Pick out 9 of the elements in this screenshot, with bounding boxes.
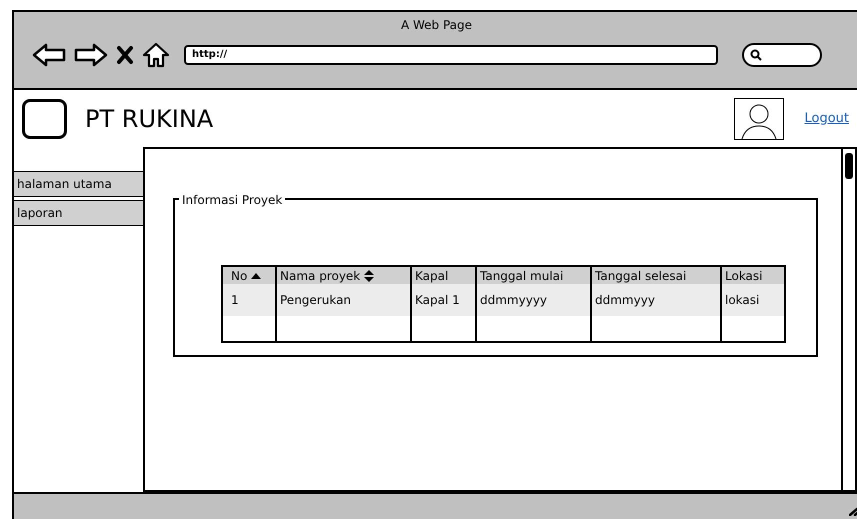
brand-name: PT RUKINA bbox=[85, 104, 214, 132]
sidebar-item[interactable]: laporan bbox=[14, 200, 143, 226]
address-field[interactable]: http:// bbox=[184, 45, 718, 65]
window-title: A Web Page bbox=[400, 18, 472, 32]
group-title: Informasi Proyek bbox=[182, 193, 282, 207]
logout-link[interactable]: Logout bbox=[804, 108, 849, 128]
column-header[interactable]: No bbox=[223, 267, 275, 284]
table-cell-text: 1 bbox=[230, 292, 240, 309]
sidebar-item[interactable]: halaman utama bbox=[14, 171, 143, 197]
